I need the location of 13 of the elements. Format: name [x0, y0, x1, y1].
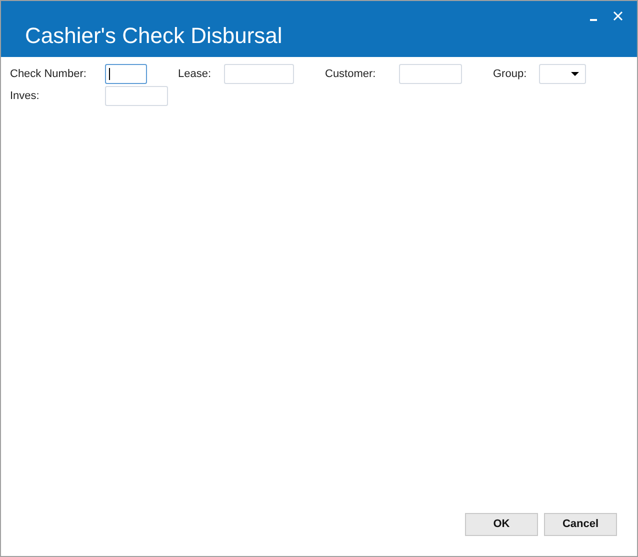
field-label: Inves: — [10, 88, 40, 104]
window-title: Cashier's Check Disbursal — [25, 22, 282, 50]
close-button[interactable] — [611, 9, 625, 23]
caret-icon — [571, 72, 579, 76]
dialog-button[interactable]: Cancel — [544, 513, 617, 536]
field-label: Customer: — [325, 66, 377, 82]
dialog-button[interactable]: OK — [465, 513, 538, 536]
field-label: Lease: — [178, 66, 212, 82]
text-cursor — [109, 68, 110, 80]
field-label: Group: — [493, 66, 528, 82]
dropdown[interactable] — [539, 64, 586, 84]
field-label: Check Number: — [10, 66, 88, 82]
input-field[interactable] — [105, 64, 147, 84]
